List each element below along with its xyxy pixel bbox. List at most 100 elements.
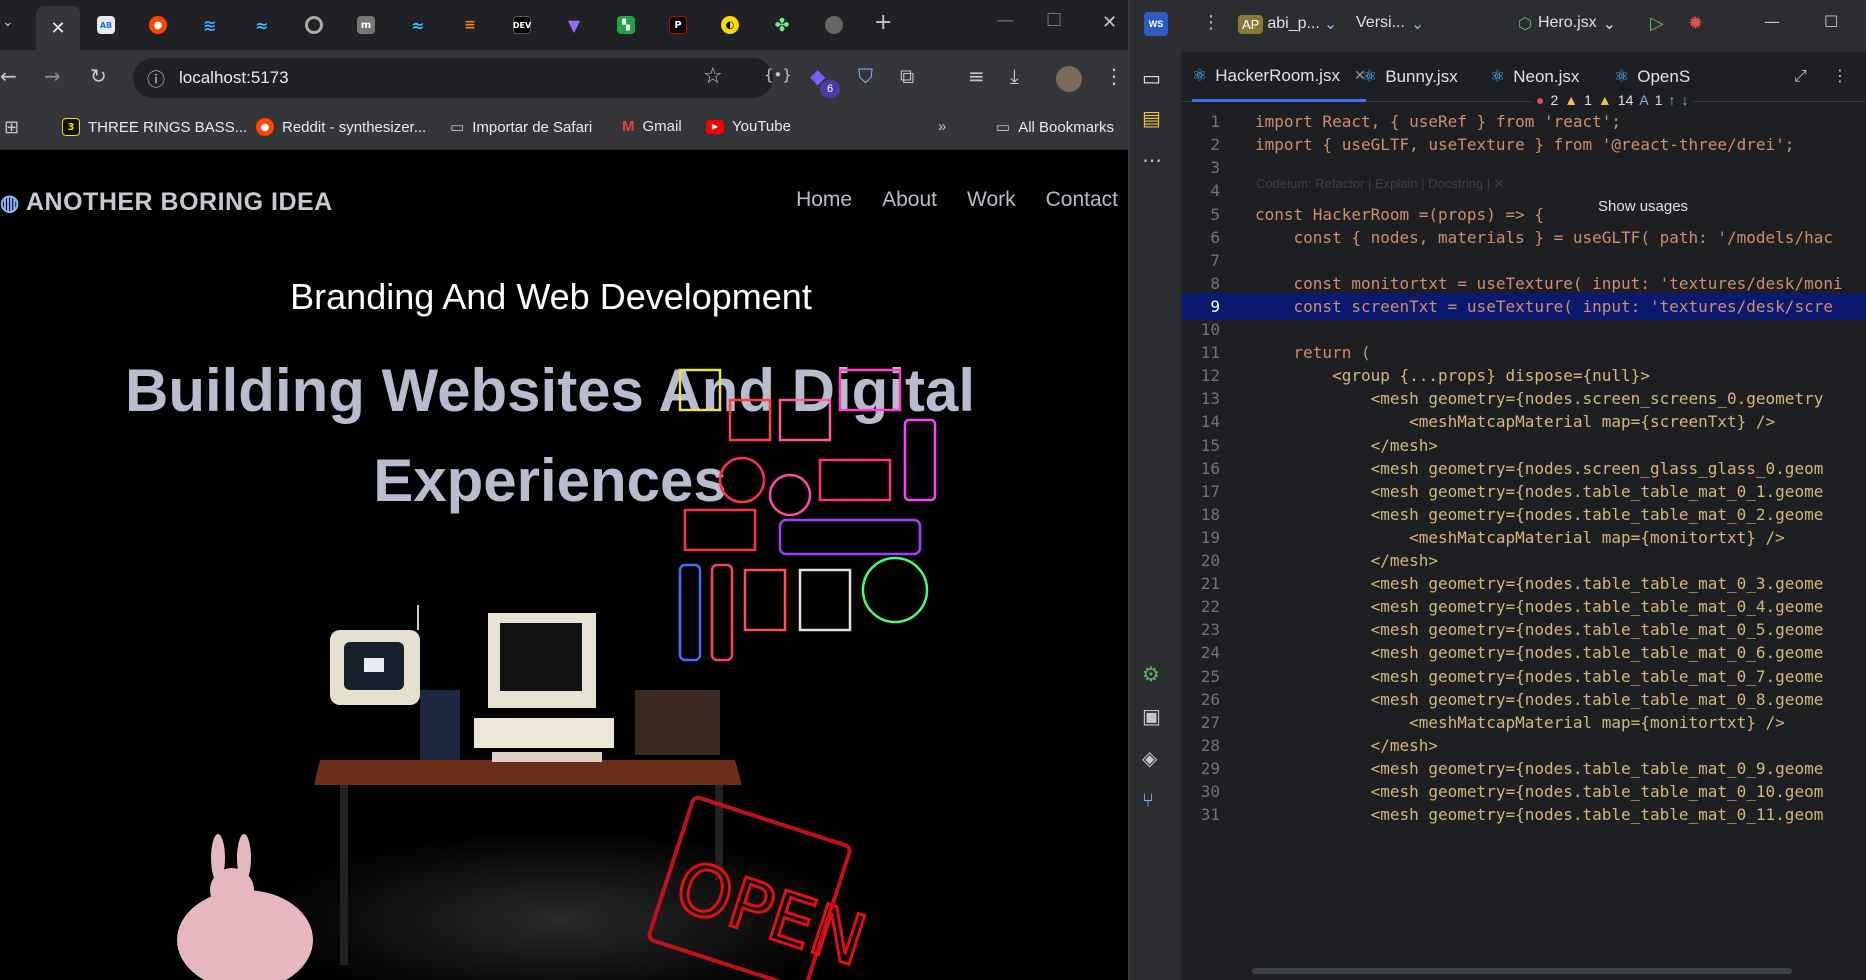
maximize-icon[interactable]: ☐	[1824, 12, 1838, 31]
line-number[interactable]: 7	[1182, 251, 1242, 270]
bookmark-item[interactable]: 3 THREE RINGS BASS...	[62, 118, 247, 136]
minimize-icon[interactable]: —	[1764, 12, 1780, 31]
tab[interactable]	[292, 8, 336, 42]
line-number[interactable]: 4	[1182, 181, 1242, 200]
line-number[interactable]: 28	[1182, 736, 1242, 755]
line-number[interactable]: 31	[1182, 805, 1242, 824]
structure-icon[interactable]: ▤	[1142, 106, 1161, 130]
line-number[interactable]: 20	[1182, 551, 1242, 570]
tab-menu-icon[interactable]: ⋮	[1832, 66, 1848, 85]
bookmark-star-icon[interactable]: ☆	[703, 64, 723, 89]
line-number[interactable]: 29	[1182, 759, 1242, 778]
close-tab-icon[interactable]: ✕	[50, 18, 65, 39]
notifications-icon[interactable]: ◈	[1142, 746, 1157, 770]
shield-icon[interactable]: ⛉	[858, 64, 873, 88]
git-branch-icon[interactable]: ⑂	[1142, 788, 1154, 812]
tab-search-icon[interactable]: ⌄	[2, 14, 14, 30]
line-number[interactable]: 5	[1182, 205, 1242, 224]
maximize-icon[interactable]: ☐	[1046, 10, 1062, 31]
tab-hackerroom[interactable]: ⚛ HackerRoom.jsx ✕	[1192, 52, 1366, 102]
bookmark-item[interactable]: ● Reddit - synthesizer...	[256, 118, 426, 136]
line-number[interactable]: 21	[1182, 574, 1242, 593]
tab[interactable]: ▼	[552, 8, 596, 42]
address-bar[interactable]: ⓘ localhost:5173 ☆	[133, 58, 773, 98]
line-number[interactable]: 11	[1182, 343, 1242, 362]
prev-issue-icon[interactable]: ↑	[1669, 92, 1676, 108]
main-menu-icon[interactable]: ⋮	[1202, 12, 1220, 33]
webstorm-logo-icon[interactable]: WS	[1144, 12, 1168, 36]
line-number[interactable]: 1	[1182, 112, 1242, 131]
extension-icon[interactable]: {•}	[764, 66, 792, 84]
codeium-hint[interactable]: Codeium: Refactor | Explain | Docstring …	[1256, 176, 1505, 192]
tab[interactable]: ≈	[396, 8, 440, 42]
close-window-icon[interactable]: ✕	[1102, 12, 1117, 33]
run-icon[interactable]: ▷	[1650, 13, 1664, 34]
bookmark-item[interactable]: M Gmail	[622, 118, 682, 135]
tab[interactable]	[812, 8, 856, 42]
expand-icon[interactable]: ⤢	[1794, 66, 1807, 86]
line-number[interactable]: 19	[1182, 528, 1242, 547]
line-number[interactable]: 3	[1182, 158, 1242, 177]
bookmark-item[interactable]: ▶ YouTube	[706, 118, 791, 135]
line-number[interactable]: 10	[1182, 320, 1242, 339]
profile-avatar[interactable]	[1056, 66, 1082, 92]
run-config-selector[interactable]: ⬡ Hero.jsx ⌄	[1518, 14, 1616, 34]
project-view-icon[interactable]: ▭	[1142, 66, 1161, 90]
puzzle-icon[interactable]: ⧉	[900, 64, 914, 88]
line-number[interactable]: 17	[1182, 482, 1242, 501]
code-line[interactable]: 31 <mesh geometry={nodes.table_table_mat…	[1182, 801, 1866, 828]
tab[interactable]: AB	[84, 8, 128, 42]
horizontal-scrollbar[interactable]	[1252, 968, 1792, 974]
line-number[interactable]: 25	[1182, 667, 1242, 686]
vcs-widget[interactable]: Versi... ⌄	[1356, 14, 1424, 34]
tab[interactable]: ▚	[604, 8, 648, 42]
line-number[interactable]: 14	[1182, 412, 1242, 431]
debug-icon[interactable]: ✹	[1688, 13, 1703, 34]
tab[interactable]: ✤	[760, 8, 804, 42]
line-number[interactable]: 13	[1182, 389, 1242, 408]
bookmark-item[interactable]: ▭ Importar de Safari	[450, 118, 592, 137]
site-info-icon[interactable]: ⓘ	[147, 66, 165, 92]
tab[interactable]: ●	[136, 8, 180, 42]
more-tools-icon[interactable]: ⋯	[1142, 148, 1162, 172]
forward-icon[interactable]: →	[44, 64, 61, 88]
minimize-icon[interactable]: —	[996, 10, 1014, 31]
all-bookmarks[interactable]: ▭ All Bookmarks	[996, 118, 1114, 137]
tab-active[interactable]: ✕	[36, 6, 80, 50]
terminal-icon[interactable]: ▣	[1142, 704, 1161, 728]
tab[interactable]: ≡	[448, 8, 492, 42]
line-number[interactable]: 27	[1182, 713, 1242, 732]
download-icon[interactable]: ⤓	[1010, 64, 1019, 88]
line-number[interactable]: 23	[1182, 620, 1242, 639]
line-number[interactable]: 8	[1182, 274, 1242, 293]
back-icon[interactable]: ←	[0, 64, 17, 88]
line-number[interactable]: 15	[1182, 436, 1242, 455]
new-tab-icon[interactable]: +	[874, 10, 892, 35]
more-bookmarks-icon[interactable]: »	[938, 118, 946, 135]
project-selector[interactable]: AP abi_p... ⌄	[1238, 14, 1337, 34]
media-icon[interactable]: ≡	[968, 64, 985, 88]
line-number[interactable]: 2	[1182, 135, 1242, 154]
line-number[interactable]: 18	[1182, 505, 1242, 524]
next-issue-icon[interactable]: ↓	[1682, 92, 1689, 108]
line-number[interactable]: 6	[1182, 228, 1242, 247]
tab[interactable]: ◐	[708, 8, 752, 42]
line-number[interactable]: 22	[1182, 597, 1242, 616]
line-number[interactable]: 26	[1182, 690, 1242, 709]
tab[interactable]: ≋	[188, 8, 232, 42]
tab[interactable]: P	[656, 8, 700, 42]
show-usages-link[interactable]: Show usages	[1598, 198, 1688, 215]
apps-icon[interactable]: ⊞	[4, 117, 19, 138]
line-number[interactable]: 24	[1182, 643, 1242, 662]
inspection-widget[interactable]: ● 2 ▲ 1 ▲ 14 A1 ↑ ↓	[1532, 90, 1693, 110]
line-number[interactable]: 16	[1182, 459, 1242, 478]
settings-gear-icon[interactable]: ⚙	[1142, 662, 1160, 686]
tab-bunny[interactable]: ⚛ Bunny.jsx	[1362, 52, 1458, 102]
code-editor[interactable]: 1 import React, { useRef } from 'react'; 2…	[1182, 90, 1866, 980]
line-number[interactable]: 12	[1182, 366, 1242, 385]
line-number[interactable]: 30	[1182, 782, 1242, 801]
tab[interactable]: ≈	[240, 8, 284, 42]
tab[interactable]: DEV	[500, 8, 544, 42]
reload-icon[interactable]: ↻	[90, 64, 107, 88]
tab[interactable]: m	[344, 8, 388, 42]
